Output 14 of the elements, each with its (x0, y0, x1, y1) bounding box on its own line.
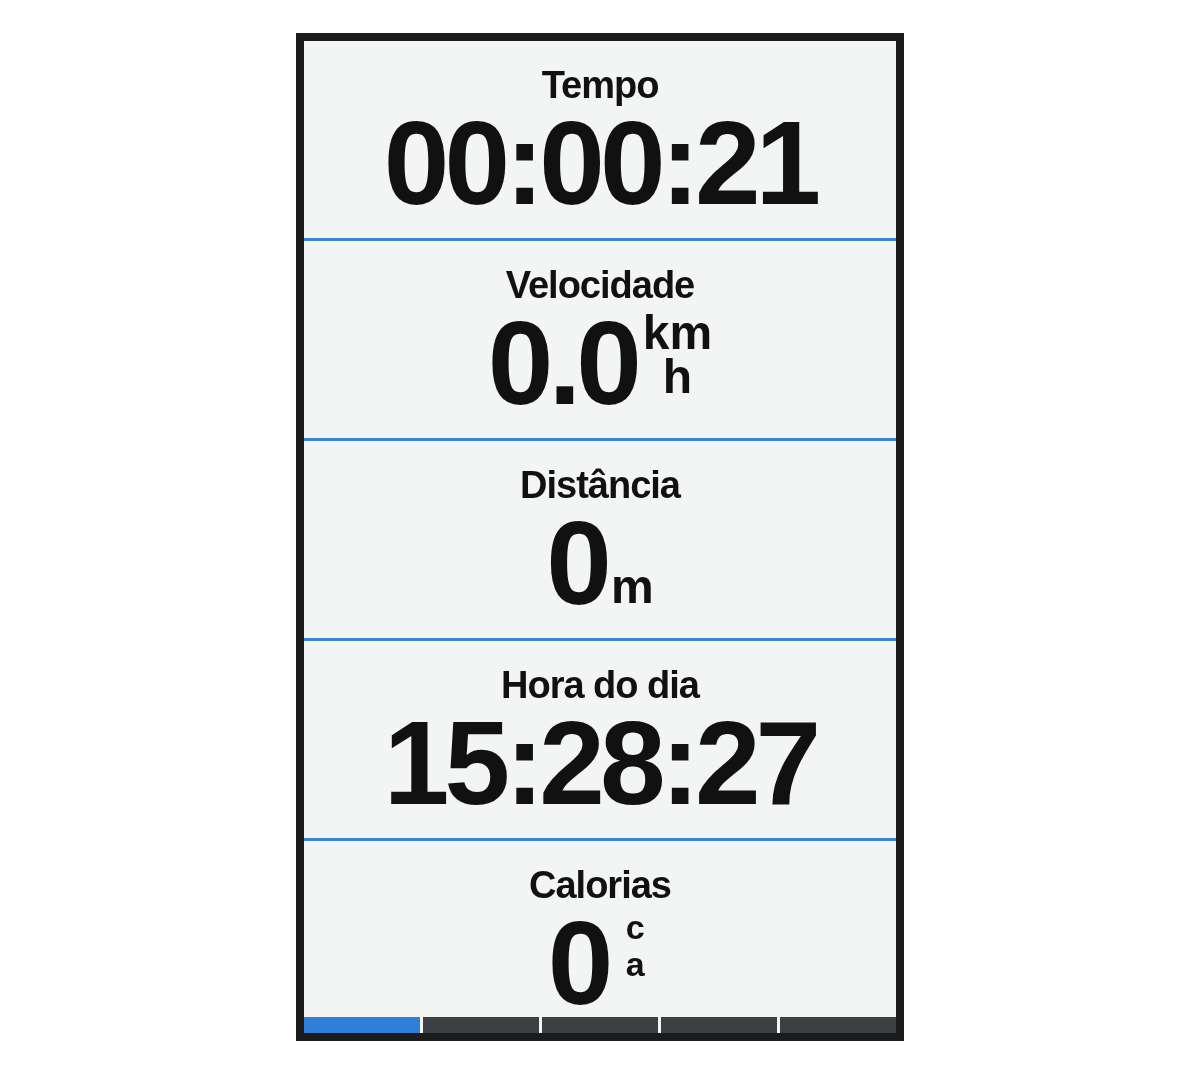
field-label: Velocidade (505, 263, 695, 307)
unit-label: ca (624, 909, 646, 984)
unit-denominator: h (662, 355, 693, 399)
field-value: 0 (546, 507, 607, 619)
field-value: 0 (547, 907, 609, 1017)
field-value: 00:00:21 (383, 107, 817, 219)
field-label: Calorias (529, 863, 671, 907)
field-label: Hora do dia (501, 663, 699, 707)
field-value: 15:28:27 (383, 707, 817, 819)
field-label: Tempo (541, 63, 659, 107)
unit-label: m (610, 563, 654, 611)
unit-numerator: km (642, 311, 713, 355)
field-value: 0.0 (487, 307, 637, 419)
field-label: Distância (520, 463, 680, 507)
